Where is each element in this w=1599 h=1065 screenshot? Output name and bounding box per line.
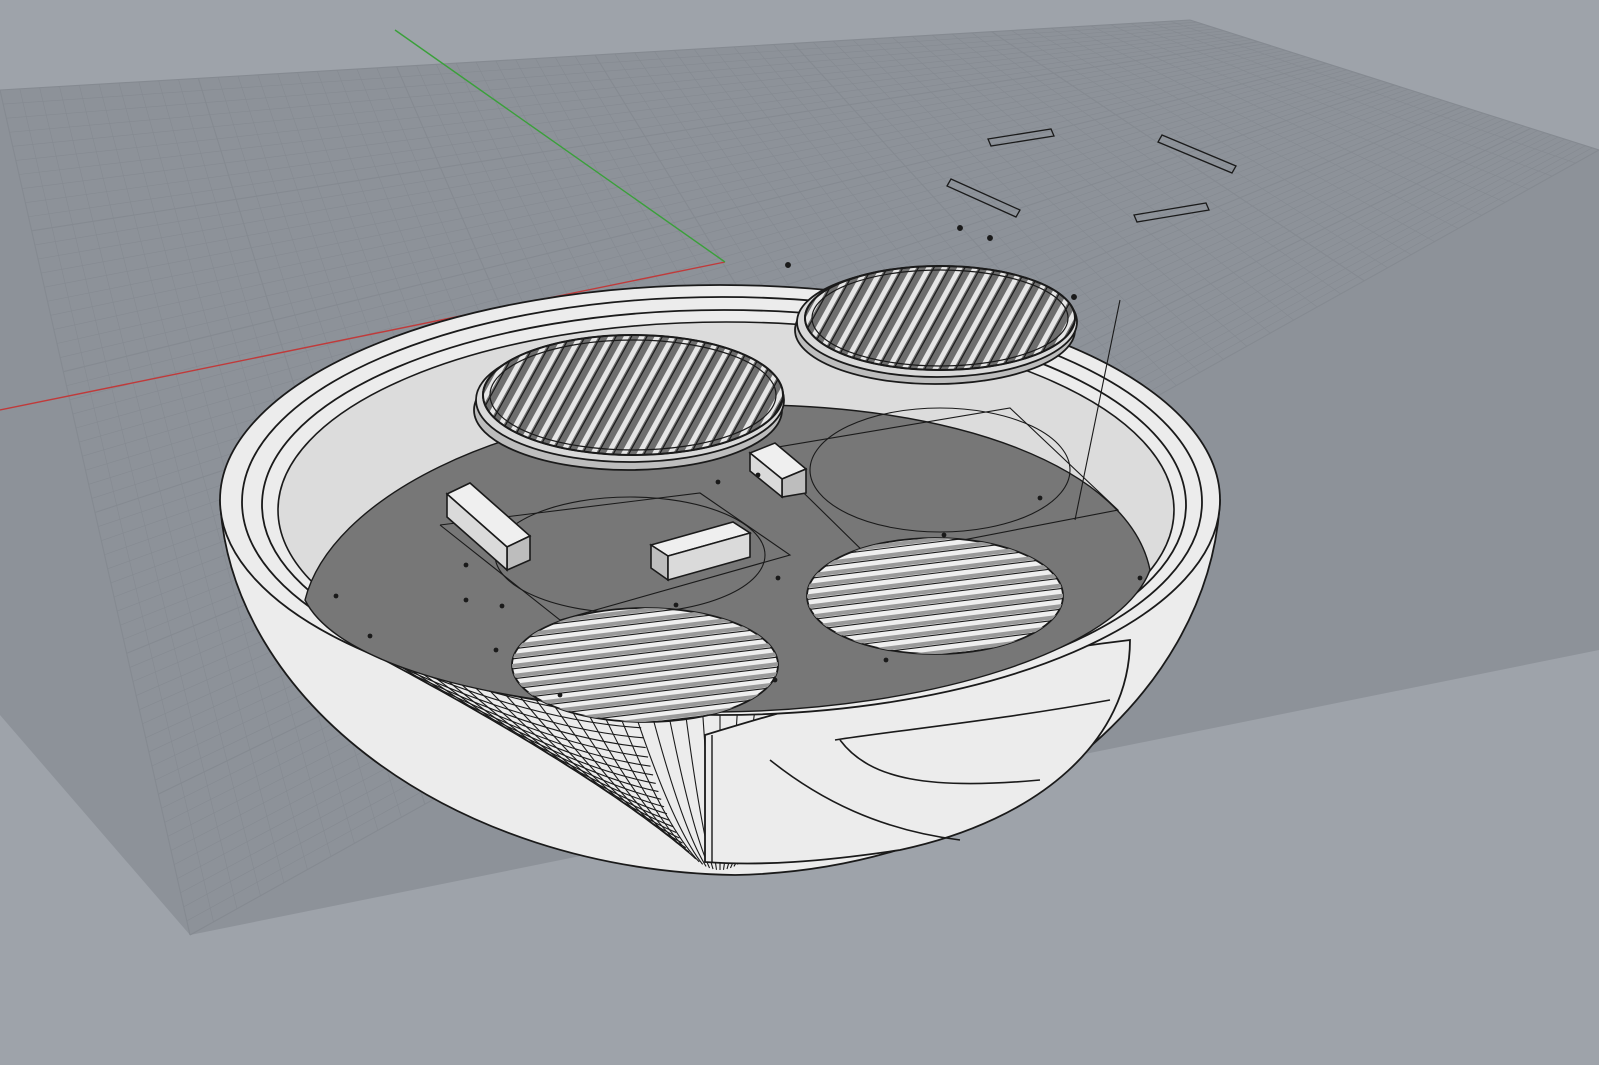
point-marker[interactable]	[785, 262, 791, 268]
screw-hole	[493, 647, 499, 653]
screw-hole	[775, 575, 781, 581]
point-marker[interactable]	[1071, 294, 1077, 300]
screw-hole	[367, 633, 373, 639]
screw-hole	[1037, 495, 1043, 501]
screw-hole	[883, 657, 889, 663]
point-marker[interactable]	[957, 225, 963, 231]
screw-hole	[333, 593, 339, 599]
point-marker[interactable]	[987, 235, 993, 241]
screw-hole	[463, 597, 469, 603]
screw-hole	[1137, 575, 1143, 581]
screw-hole	[715, 479, 721, 485]
screw-hole	[772, 677, 778, 683]
3d-viewport[interactable]	[0, 0, 1599, 1065]
screw-hole	[941, 532, 947, 538]
screw-hole	[557, 692, 563, 698]
screw-hole	[463, 562, 469, 568]
screw-hole	[755, 472, 761, 478]
screw-hole	[673, 602, 679, 608]
screw-hole	[499, 603, 505, 609]
